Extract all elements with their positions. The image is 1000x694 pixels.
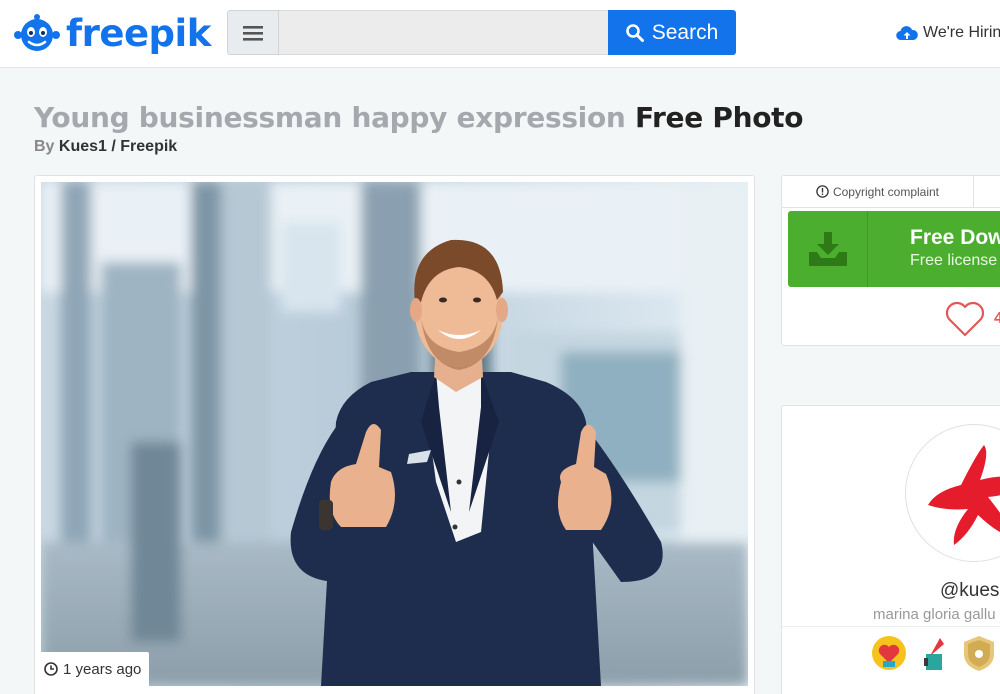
upload-age-tag: 1 years ago <box>36 652 150 686</box>
menu-button[interactable] <box>227 10 279 55</box>
search-button-label: Search <box>651 20 719 44</box>
cloud-upload-icon <box>896 26 918 41</box>
warning-circle-icon <box>816 185 829 198</box>
like-count: 4 <box>994 310 1000 327</box>
photo-card <box>34 175 755 694</box>
author-real-name: marina gloria gallu <box>873 606 996 623</box>
author-avatar[interactable] <box>905 424 1000 562</box>
top-header: freepik Search We're Hirin <box>0 0 1000 68</box>
upload-age: 1 years ago <box>63 660 142 678</box>
download-tray-icon <box>808 232 847 266</box>
download-subtitle: Free license <box>910 252 998 269</box>
title-main: Young businessman happy expression <box>34 101 626 134</box>
page-title: Young businessman happy expression Free … <box>34 101 804 134</box>
shield-badge-icon[interactable] <box>960 634 998 672</box>
search-input[interactable] <box>279 10 609 55</box>
title-suffix: Free Photo <box>635 101 804 134</box>
download-card: Copyright complaint Free Dow Free licens… <box>781 175 1000 346</box>
heart-badge-icon[interactable] <box>870 634 908 672</box>
search-button[interactable]: Search <box>608 10 736 55</box>
freepik-logo[interactable]: freepik <box>14 10 211 56</box>
heart-icon <box>945 301 985 337</box>
download-title: Free Dow <box>910 226 1000 249</box>
byline: By Kues1 / Freepik <box>34 138 177 156</box>
rocket-badge-icon[interactable] <box>915 634 953 672</box>
hiring-link[interactable]: We're Hirin <box>896 24 1000 42</box>
author-badges <box>870 634 1000 672</box>
hiring-text: We're Hirin <box>923 24 1000 41</box>
clock-icon <box>44 662 58 676</box>
author-card: @kues1 marina gloria gallu <box>781 405 1000 694</box>
freepik-mascot-icon <box>14 14 60 51</box>
main-photo[interactable] <box>41 182 748 686</box>
card-tab-secondary <box>974 176 1000 208</box>
author-link[interactable]: Kues1 / Freepik <box>59 138 177 155</box>
by-label: By <box>34 138 55 155</box>
search-icon <box>625 23 644 42</box>
copyright-label: Copyright complaint <box>832 184 940 199</box>
logo-text: freepik <box>66 11 211 55</box>
like-control[interactable]: 4 <box>944 300 1000 338</box>
red-asterisk-avatar-icon <box>928 445 1000 545</box>
photo-illustration <box>41 182 748 686</box>
author-handle[interactable]: @kues1 <box>940 580 1000 602</box>
download-icon-area <box>788 211 868 287</box>
download-text: Free Dow Free license <box>868 211 1000 287</box>
hamburger-icon <box>243 25 263 41</box>
author-divider <box>782 626 1000 627</box>
free-download-button[interactable]: Free Dow Free license <box>788 211 1000 287</box>
copyright-complaint-link[interactable]: Copyright complaint <box>782 176 974 208</box>
